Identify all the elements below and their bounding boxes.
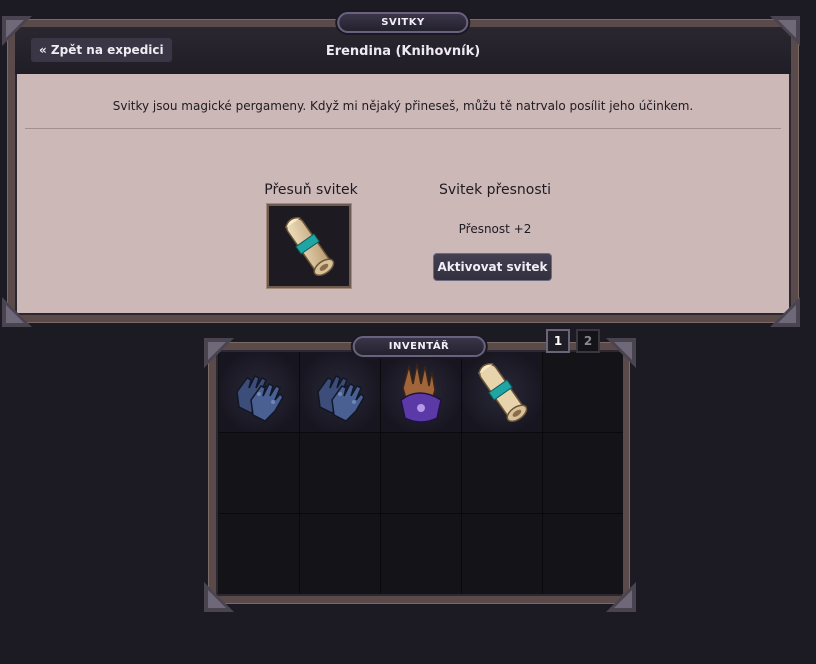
scroll-effect: Přesnost +2 [458, 222, 532, 236]
scrolls-panel-header: « Zpět na expedici Erendina (Knihovník) [15, 27, 791, 74]
corner-ornament-icon [2, 297, 32, 327]
inventory-slot[interactable] [300, 514, 380, 594]
inventory-title: INVENTÁŘ [352, 336, 486, 357]
corner-ornament-icon [770, 16, 800, 46]
scroll-name: Svitek přesnosti [438, 182, 552, 198]
inventory-slot[interactable] [462, 514, 542, 594]
activate-scroll-button[interactable]: Aktivovat svitek [433, 253, 552, 281]
inventory-grid [219, 352, 623, 594]
scrolls-panel: SVITKY « Zpět na expedici Erendina (Knih… [8, 12, 798, 322]
inventory-page-tab-2[interactable]: 2 [576, 329, 600, 353]
inventory-page-tab-1[interactable]: 1 [546, 329, 570, 353]
inventory-slot[interactable] [381, 352, 461, 432]
inventory-slot[interactable] [300, 352, 380, 432]
inventory-slot[interactable] [462, 433, 542, 513]
corner-ornament-icon [770, 297, 800, 327]
scroll-drop-slot[interactable] [267, 204, 351, 288]
inventory-slot[interactable] [462, 352, 542, 432]
scroll-icon [284, 217, 335, 277]
purple-gloves-icon [400, 363, 442, 423]
corner-ornament-icon [2, 16, 32, 46]
page: SVITKY « Zpět na expedici Erendina (Knih… [0, 0, 816, 664]
corner-ornament-icon [606, 582, 636, 612]
move-scroll-label: Přesuň svitek [264, 182, 358, 198]
inventory-slot[interactable] [300, 433, 380, 513]
divider [25, 128, 781, 129]
inventory-slot[interactable] [381, 514, 461, 594]
corner-ornament-icon [204, 338, 234, 368]
inventory-slot[interactable] [543, 433, 623, 513]
scrolls-panel-title: SVITKY [337, 12, 469, 33]
inventory-slot[interactable] [381, 433, 461, 513]
corner-ornament-icon [204, 582, 234, 612]
npc-name: Erendina (Knihovník) [325, 44, 481, 59]
gauntlets-icon [317, 374, 365, 422]
scroll-icon [477, 363, 528, 423]
intro-text: Svitky jsou magické pergameny. Když mi n… [112, 99, 694, 113]
inventory-slot[interactable] [219, 433, 299, 513]
inventory-panel: INVENTÁŘ [209, 336, 629, 603]
corner-ornament-icon [606, 338, 636, 368]
